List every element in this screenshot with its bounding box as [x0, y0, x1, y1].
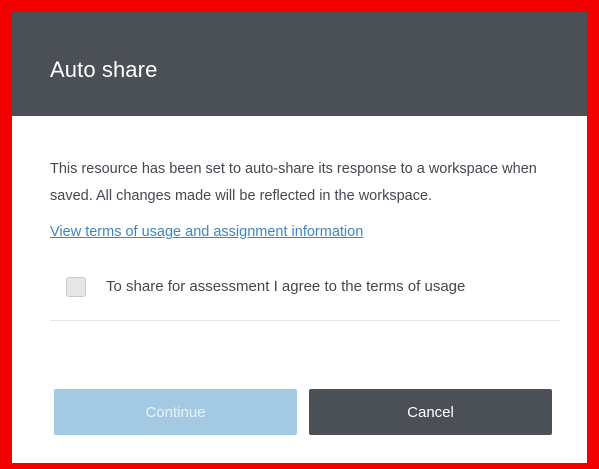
agree-checkbox-label[interactable]: To share for assessment I agree to the t… — [106, 276, 465, 298]
divider — [50, 320, 561, 321]
dialog-message: This resource has been set to auto-share… — [50, 161, 537, 204]
agree-checkbox-row[interactable]: To share for assessment I agree to the t… — [66, 276, 465, 298]
dialog-title: Auto share — [50, 57, 158, 82]
terms-link[interactable]: View terms of usage and assignment infor… — [50, 221, 363, 243]
dialog-header: Auto share — [12, 12, 587, 116]
agree-checkbox[interactable] — [66, 277, 86, 297]
continue-button[interactable]: Continue — [54, 389, 297, 435]
auto-share-dialog: Auto share This resource has been set to… — [12, 12, 587, 463]
cancel-button[interactable]: Cancel — [309, 389, 552, 435]
